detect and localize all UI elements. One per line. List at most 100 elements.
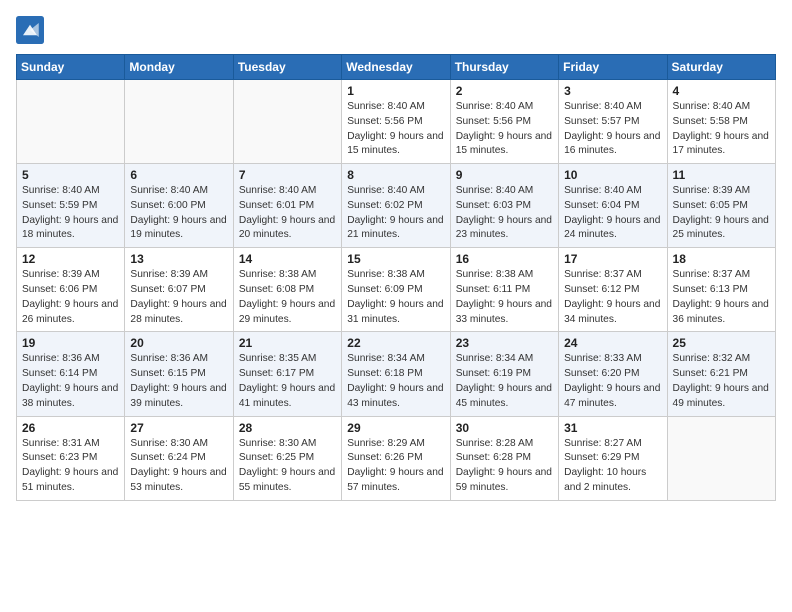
weekday-header-sunday: Sunday (17, 55, 125, 80)
calendar-day-cell: 10 Sunrise: 8:40 AM Sunset: 6:04 PM Dayli… (559, 164, 667, 248)
day-content: Sunrise: 8:36 AM Sunset: 6:14 PM Dayligh… (22, 352, 119, 411)
weekday-header-friday: Friday (559, 55, 667, 80)
weekday-header-saturday: Saturday (667, 55, 775, 80)
day-content: Sunrise: 8:39 AM Sunset: 6:06 PM Dayligh… (22, 268, 119, 327)
day-number: 27 (130, 421, 227, 435)
calendar-empty-cell (667, 416, 775, 500)
day-number: 13 (130, 252, 227, 266)
calendar-day-cell: 6 Sunrise: 8:40 AM Sunset: 6:00 PM Daylig… (125, 164, 233, 248)
calendar-day-cell: 1 Sunrise: 8:40 AM Sunset: 5:56 PM Daylig… (342, 80, 450, 164)
calendar-day-cell: 14 Sunrise: 8:38 AM Sunset: 6:08 PM Dayli… (233, 248, 341, 332)
calendar-day-cell: 22 Sunrise: 8:34 AM Sunset: 6:18 PM Dayli… (342, 332, 450, 416)
day-content: Sunrise: 8:38 AM Sunset: 6:09 PM Dayligh… (347, 268, 444, 327)
day-content: Sunrise: 8:34 AM Sunset: 6:18 PM Dayligh… (347, 352, 444, 411)
header (16, 16, 776, 44)
calendar-day-cell: 19 Sunrise: 8:36 AM Sunset: 6:14 PM Dayli… (17, 332, 125, 416)
weekday-header-monday: Monday (125, 55, 233, 80)
day-content: Sunrise: 8:38 AM Sunset: 6:08 PM Dayligh… (239, 268, 336, 327)
calendar-day-cell: 23 Sunrise: 8:34 AM Sunset: 6:19 PM Dayli… (450, 332, 558, 416)
day-number: 29 (347, 421, 444, 435)
day-content: Sunrise: 8:35 AM Sunset: 6:17 PM Dayligh… (239, 352, 336, 411)
calendar-day-cell: 17 Sunrise: 8:37 AM Sunset: 6:12 PM Dayli… (559, 248, 667, 332)
day-number: 2 (456, 84, 553, 98)
day-number: 9 (456, 168, 553, 182)
calendar-day-cell: 21 Sunrise: 8:35 AM Sunset: 6:17 PM Dayli… (233, 332, 341, 416)
weekday-header-tuesday: Tuesday (233, 55, 341, 80)
day-number: 30 (456, 421, 553, 435)
calendar-day-cell: 28 Sunrise: 8:30 AM Sunset: 6:25 PM Dayli… (233, 416, 341, 500)
day-number: 19 (22, 336, 119, 350)
calendar-week-row: 12 Sunrise: 8:39 AM Sunset: 6:06 PM Dayli… (17, 248, 776, 332)
day-content: Sunrise: 8:31 AM Sunset: 6:23 PM Dayligh… (22, 437, 119, 496)
day-number: 6 (130, 168, 227, 182)
day-content: Sunrise: 8:40 AM Sunset: 6:00 PM Dayligh… (130, 184, 227, 243)
calendar-day-cell: 12 Sunrise: 8:39 AM Sunset: 6:06 PM Dayli… (17, 248, 125, 332)
day-content: Sunrise: 8:30 AM Sunset: 6:25 PM Dayligh… (239, 437, 336, 496)
day-content: Sunrise: 8:40 AM Sunset: 6:04 PM Dayligh… (564, 184, 661, 243)
calendar-day-cell: 18 Sunrise: 8:37 AM Sunset: 6:13 PM Dayli… (667, 248, 775, 332)
day-number: 12 (22, 252, 119, 266)
calendar-day-cell: 16Sunrise: 8:38 AM Sunset: 6:11 PM Dayli… (450, 248, 558, 332)
calendar-day-cell: 24 Sunrise: 8:33 AM Sunset: 6:20 PM Dayli… (559, 332, 667, 416)
calendar-day-cell: 8 Sunrise: 8:40 AM Sunset: 6:02 PM Daylig… (342, 164, 450, 248)
calendar-day-cell: 26 Sunrise: 8:31 AM Sunset: 6:23 PM Dayli… (17, 416, 125, 500)
calendar-day-cell: 4Sunrise: 8:40 AM Sunset: 5:58 PM Daylig… (667, 80, 775, 164)
calendar-week-row: 19 Sunrise: 8:36 AM Sunset: 6:14 PM Dayli… (17, 332, 776, 416)
day-content: Sunrise: 8:40 AM Sunset: 6:03 PM Dayligh… (456, 184, 553, 243)
calendar-day-cell: 29 Sunrise: 8:29 AM Sunset: 6:26 PM Dayli… (342, 416, 450, 500)
day-number: 24 (564, 336, 661, 350)
day-content: Sunrise: 8:40 AM Sunset: 6:02 PM Dayligh… (347, 184, 444, 243)
day-content: Sunrise: 8:30 AM Sunset: 6:24 PM Dayligh… (130, 437, 227, 496)
calendar-day-cell: 5 Sunrise: 8:40 AM Sunset: 5:59 PM Daylig… (17, 164, 125, 248)
day-number: 26 (22, 421, 119, 435)
day-number: 21 (239, 336, 336, 350)
calendar-day-cell: 2Sunrise: 8:40 AM Sunset: 5:56 PM Daylig… (450, 80, 558, 164)
calendar-day-cell: 31Sunrise: 8:27 AM Sunset: 6:29 PM Dayli… (559, 416, 667, 500)
day-content: Sunrise: 8:27 AM Sunset: 6:29 PM Dayligh… (564, 437, 661, 496)
day-content: Sunrise: 8:38 AM Sunset: 6:11 PM Dayligh… (456, 268, 553, 327)
day-content: Sunrise: 8:33 AM Sunset: 6:20 PM Dayligh… (564, 352, 661, 411)
calendar-week-row: 1 Sunrise: 8:40 AM Sunset: 5:56 PM Daylig… (17, 80, 776, 164)
calendar-day-cell: 30 Sunrise: 8:28 AM Sunset: 6:28 PM Dayli… (450, 416, 558, 500)
day-content: Sunrise: 8:40 AM Sunset: 5:59 PM Dayligh… (22, 184, 119, 243)
day-number: 5 (22, 168, 119, 182)
calendar-day-cell: 25 Sunrise: 8:32 AM Sunset: 6:21 PM Dayli… (667, 332, 775, 416)
day-content: Sunrise: 8:28 AM Sunset: 6:28 PM Dayligh… (456, 437, 553, 496)
day-content: Sunrise: 8:40 AM Sunset: 5:58 PM Dayligh… (673, 100, 770, 159)
day-number: 14 (239, 252, 336, 266)
calendar-week-row: 26 Sunrise: 8:31 AM Sunset: 6:23 PM Dayli… (17, 416, 776, 500)
day-number: 17 (564, 252, 661, 266)
day-number: 25 (673, 336, 770, 350)
calendar-day-cell: 7Sunrise: 8:40 AM Sunset: 6:01 PM Daylig… (233, 164, 341, 248)
day-content: Sunrise: 8:39 AM Sunset: 6:07 PM Dayligh… (130, 268, 227, 327)
day-number: 1 (347, 84, 444, 98)
day-number: 20 (130, 336, 227, 350)
calendar-day-cell: 13 Sunrise: 8:39 AM Sunset: 6:07 PM Dayli… (125, 248, 233, 332)
day-content: Sunrise: 8:37 AM Sunset: 6:12 PM Dayligh… (564, 268, 661, 327)
page: SundayMondayTuesdayWednesdayThursdayFrid… (0, 0, 792, 511)
calendar-week-row: 5 Sunrise: 8:40 AM Sunset: 5:59 PM Daylig… (17, 164, 776, 248)
logo-area (16, 16, 46, 44)
calendar-empty-cell (125, 80, 233, 164)
day-content: Sunrise: 8:32 AM Sunset: 6:21 PM Dayligh… (673, 352, 770, 411)
calendar-day-cell: 3Sunrise: 8:40 AM Sunset: 5:57 PM Daylig… (559, 80, 667, 164)
day-content: Sunrise: 8:37 AM Sunset: 6:13 PM Dayligh… (673, 268, 770, 327)
day-number: 3 (564, 84, 661, 98)
day-content: Sunrise: 8:29 AM Sunset: 6:26 PM Dayligh… (347, 437, 444, 496)
day-number: 28 (239, 421, 336, 435)
day-number: 23 (456, 336, 553, 350)
calendar-day-cell: 9 Sunrise: 8:40 AM Sunset: 6:03 PM Daylig… (450, 164, 558, 248)
day-number: 7 (239, 168, 336, 182)
day-number: 8 (347, 168, 444, 182)
logo (16, 16, 46, 44)
day-number: 22 (347, 336, 444, 350)
day-number: 10 (564, 168, 661, 182)
weekday-header-wednesday: Wednesday (342, 55, 450, 80)
day-content: Sunrise: 8:40 AM Sunset: 5:56 PM Dayligh… (347, 100, 444, 159)
day-number: 18 (673, 252, 770, 266)
day-number: 15 (347, 252, 444, 266)
logo-icon (16, 16, 44, 44)
day-content: Sunrise: 8:34 AM Sunset: 6:19 PM Dayligh… (456, 352, 553, 411)
calendar-empty-cell (233, 80, 341, 164)
calendar-day-cell: 15 Sunrise: 8:38 AM Sunset: 6:09 PM Dayli… (342, 248, 450, 332)
